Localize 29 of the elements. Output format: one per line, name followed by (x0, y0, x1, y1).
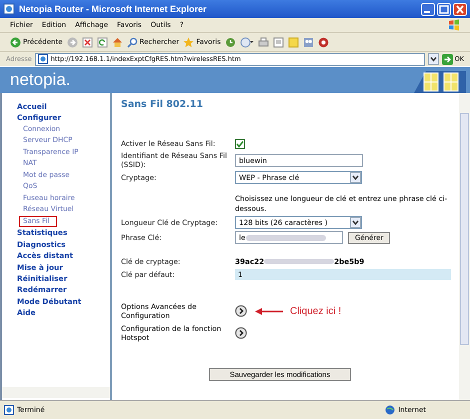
callout-text: Cliquez ici ! (290, 306, 342, 316)
messenger-icon[interactable] (318, 36, 329, 48)
page-icon (38, 54, 48, 64)
refresh-icon[interactable] (96, 36, 108, 48)
checkbox[interactable] (235, 138, 245, 148)
vertical-scrollbar[interactable] (459, 93, 470, 400)
home-icon[interactable] (112, 36, 123, 48)
browser-icon (3, 3, 15, 15)
star-icon (183, 36, 194, 48)
page-icon (4, 405, 14, 415)
arrow-circle-button[interactable] (235, 327, 247, 339)
logo: netopia. (10, 70, 70, 90)
redaction-blur (264, 259, 334, 264)
maximize-button[interactable] (437, 2, 451, 16)
windows-flag-icon (448, 19, 460, 31)
edit-icon[interactable] (272, 36, 284, 48)
history-icon[interactable] (224, 36, 236, 48)
arrow-circle-button[interactable] (235, 305, 247, 317)
window-title: Netopia Router - Microsoft Internet Explorer (19, 4, 207, 14)
globe-icon (385, 405, 396, 415)
back-arrow-icon (10, 36, 21, 48)
horizontal-scrollbar[interactable] (2, 387, 110, 398)
minimize-button[interactable] (421, 2, 435, 16)
search-icon (126, 36, 138, 48)
print-icon[interactable] (258, 36, 269, 48)
stop-icon[interactable] (82, 36, 93, 48)
page-heading: Sans Fil 802.11 (121, 99, 204, 110)
close-button[interactable] (453, 2, 467, 16)
left-arrow-icon (255, 308, 283, 314)
